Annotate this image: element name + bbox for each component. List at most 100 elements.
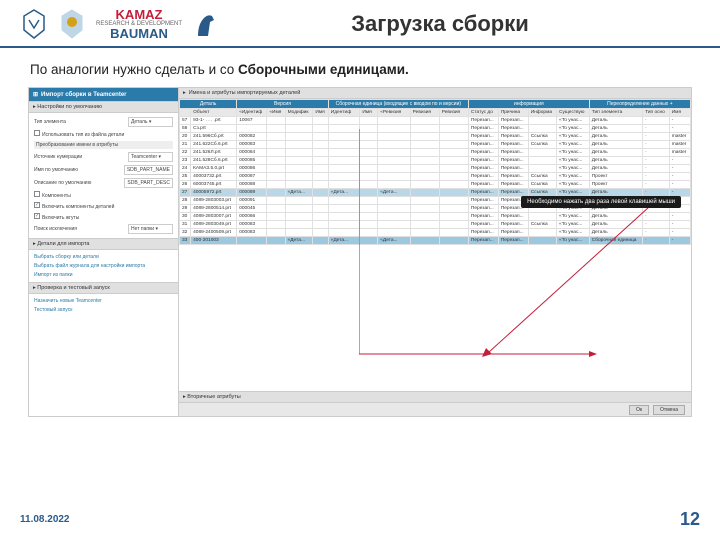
table-cell[interactable]: 241.596Сб.prt xyxy=(191,133,237,141)
col-header[interactable]: «Идентиф xyxy=(237,109,267,117)
table-cell[interactable]: 25 xyxy=(180,173,191,181)
table-cell[interactable] xyxy=(360,117,378,125)
table-cell[interactable]: 58 xyxy=(180,125,191,133)
table-cell[interactable] xyxy=(313,133,328,141)
table-cell[interactable] xyxy=(328,149,360,157)
table-cell[interactable]: «Дета... xyxy=(328,189,360,197)
table-row[interactable]: 5793-1- . . . .prt10067Перезап...Перезап… xyxy=(180,117,691,125)
table-cell[interactable] xyxy=(285,165,313,173)
table-cell[interactable] xyxy=(313,125,328,133)
table-cell[interactable] xyxy=(267,205,285,213)
table-cell[interactable] xyxy=(285,213,313,221)
col-header[interactable]: Статус до xyxy=(468,109,498,117)
col-header[interactable]: Имя xyxy=(669,109,690,117)
table-cell[interactable] xyxy=(267,181,285,189)
table-cell[interactable]: 26 xyxy=(180,181,191,189)
table-cell[interactable]: · xyxy=(643,173,670,181)
col-header[interactable]: Модифик xyxy=(285,109,313,117)
table-cell[interactable] xyxy=(267,173,285,181)
table-cell[interactable]: 4089-2400509.prt xyxy=(191,229,237,237)
table-cell[interactable]: - xyxy=(669,165,690,173)
table-cell[interactable]: 241.622Сб.6.prt xyxy=(191,141,237,149)
choose-journal-link[interactable]: Выбрать файл журнала для настройки импор… xyxy=(34,263,173,269)
table-cell[interactable] xyxy=(328,205,360,213)
table-cell[interactable] xyxy=(285,117,313,125)
col-header[interactable]: Ревизия xyxy=(439,109,468,117)
table-cell[interactable] xyxy=(313,141,328,149)
table-cell[interactable] xyxy=(313,181,328,189)
table-cell[interactable]: - xyxy=(669,237,690,245)
choose-assembly-link[interactable]: Выбрать сборку или детали xyxy=(34,254,173,260)
col-header[interactable]: Причина xyxy=(498,109,528,117)
table-cell[interactable] xyxy=(378,117,410,125)
table-cell[interactable]: - xyxy=(669,181,690,189)
table-cell[interactable] xyxy=(285,141,313,149)
table-cell[interactable]: 57 xyxy=(180,117,191,125)
table-cell[interactable]: «То унас... xyxy=(557,117,590,125)
table-cell[interactable]: 241.526Л.prt xyxy=(191,149,237,157)
col-header[interactable]: «Имя xyxy=(267,109,285,117)
table-cell[interactable]: master xyxy=(669,149,690,157)
table-cell[interactable] xyxy=(313,205,328,213)
table-cell[interactable]: master xyxy=(669,141,690,149)
chk-use-file-type[interactable]: Использовать тип из файла детали xyxy=(34,130,173,138)
table-cell[interactable]: 000084 xyxy=(237,149,267,157)
table-cell[interactable]: 000045 xyxy=(237,205,267,213)
table-cell[interactable]: «Дета... xyxy=(285,237,313,245)
col-header[interactable]: Тип осно xyxy=(643,109,670,117)
table-cell[interactable] xyxy=(328,157,360,165)
table-cell[interactable]: · xyxy=(643,133,670,141)
table-cell[interactable]: 23 xyxy=(180,157,191,165)
table-cell[interactable]: 20 xyxy=(180,133,191,141)
table-cell[interactable]: 24 xyxy=(180,165,191,173)
table-cell[interactable] xyxy=(313,221,328,229)
name-default-field[interactable]: SDB_PART_NAME xyxy=(124,165,173,175)
table-cell[interactable]: 21 xyxy=(180,141,191,149)
table-cell[interactable]: Перезап... xyxy=(498,117,528,125)
table-cell[interactable]: 000091 xyxy=(237,197,267,205)
table-cell[interactable]: · xyxy=(643,117,670,125)
table-cell[interactable]: 000087 xyxy=(237,173,267,181)
table-cell[interactable] xyxy=(313,165,328,173)
table-cell[interactable]: · xyxy=(643,149,670,157)
table-cell[interactable]: - xyxy=(669,157,690,165)
table-cell[interactable]: 33 xyxy=(180,237,191,245)
table-cell[interactable] xyxy=(328,117,360,125)
table-cell[interactable]: 40003732.prt xyxy=(191,173,237,181)
table-cell[interactable] xyxy=(313,173,328,181)
panel-section-details[interactable]: ▸ Детали для импорта xyxy=(29,238,178,250)
table-cell[interactable] xyxy=(285,173,313,181)
table-cell[interactable] xyxy=(267,229,285,237)
table-cell[interactable]: - xyxy=(669,117,690,125)
table-cell[interactable]: - xyxy=(669,229,690,237)
table-cell[interactable] xyxy=(328,141,360,149)
table-cell[interactable] xyxy=(267,165,285,173)
table-cell[interactable]: 000089 xyxy=(237,189,267,197)
table-cell[interactable] xyxy=(285,197,313,205)
table-cell[interactable] xyxy=(267,213,285,221)
table-cell[interactable]: · xyxy=(643,165,670,173)
table-cell[interactable] xyxy=(410,117,439,125)
table-cell[interactable]: КАМАЗ.5.0.prt xyxy=(191,165,237,173)
table-cell[interactable] xyxy=(328,213,360,221)
test-run-link[interactable]: Тестовый запуск xyxy=(34,307,173,313)
table-cell[interactable] xyxy=(267,125,285,133)
import-folder-link[interactable]: Импорт из папки xyxy=(34,272,173,278)
table-cell[interactable]: 000082 xyxy=(237,133,267,141)
table-cell[interactable] xyxy=(439,117,468,125)
table-cell[interactable] xyxy=(313,213,328,221)
table-cell[interactable]: «Дета... xyxy=(285,189,313,197)
table-cell[interactable] xyxy=(267,237,285,245)
table-cell[interactable] xyxy=(328,221,360,229)
table-cell[interactable]: 000086 xyxy=(237,165,267,173)
table-cell[interactable] xyxy=(313,229,328,237)
table-cell[interactable] xyxy=(328,173,360,181)
table-cell[interactable]: 30 xyxy=(180,213,191,221)
table-cell[interactable] xyxy=(528,117,556,125)
table-cell[interactable]: 000083 xyxy=(237,221,267,229)
table-cell[interactable]: 93-1- . . . .prt xyxy=(191,117,237,125)
table-cell[interactable]: - xyxy=(669,173,690,181)
table-cell[interactable] xyxy=(285,181,313,189)
table-cell[interactable] xyxy=(328,165,360,173)
col-header[interactable]: Информа xyxy=(528,109,556,117)
